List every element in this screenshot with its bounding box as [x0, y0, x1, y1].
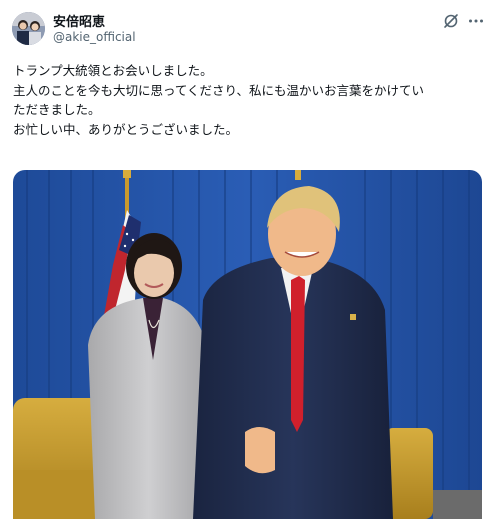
grok-icon[interactable] [441, 11, 461, 31]
post-photo[interactable] [13, 170, 482, 519]
post-text: トランプ大統領とお会いしました。 主人のことを今も大切に思ってくださり、私にも温… [13, 61, 483, 139]
post-header: 安倍昭恵 @akie_official [0, 0, 493, 56]
more-icon[interactable] [466, 11, 486, 31]
post-text-line: 主人のことを今も大切に思ってくださり、私にも温かいお言葉をかけてい [13, 82, 425, 98]
display-name[interactable]: 安倍昭恵 [53, 11, 105, 30]
post-text-line: ただきました。 [13, 102, 101, 117]
post-text-line: お忙しい中、ありがとうございました。 [13, 121, 239, 137]
user-handle[interactable]: @akie_official [53, 30, 136, 44]
post-text-line: トランプ大統領とお会いしました。 [13, 63, 213, 78]
avatar[interactable] [12, 12, 45, 45]
